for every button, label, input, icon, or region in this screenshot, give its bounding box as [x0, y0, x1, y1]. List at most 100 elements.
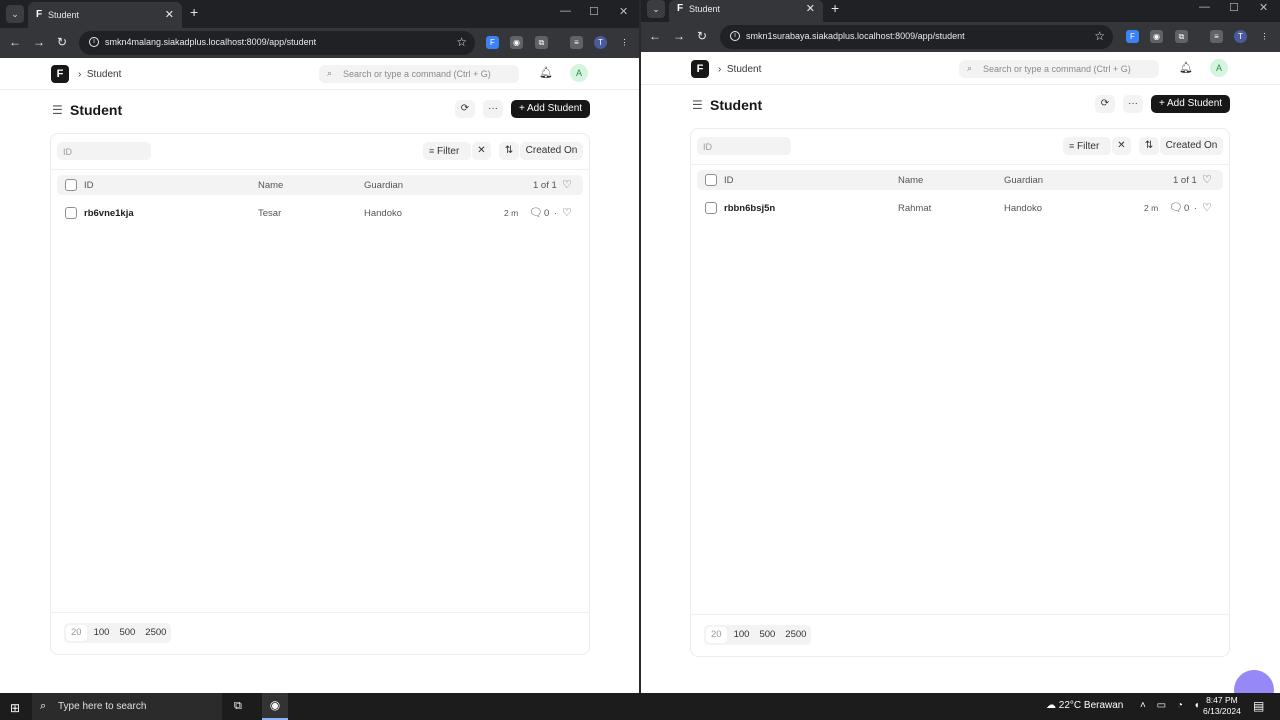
- like-heart-icon[interactable]: ♡: [1202, 201, 1212, 214]
- notification-center-icon[interactable]: ▤: [1253, 699, 1264, 713]
- chrome-taskbar-icon[interactable]: ◉: [262, 693, 288, 720]
- tab-search-icon[interactable]: ⌄: [6, 5, 24, 23]
- windows-start-icon[interactable]: ⊞: [10, 701, 20, 715]
- heart-icon[interactable]: ♡: [1202, 173, 1212, 186]
- bookmark-star-icon[interactable]: ☆: [1094, 29, 1105, 43]
- search-input[interactable]: ⌕ Search or type a command (Ctrl + G): [959, 60, 1159, 78]
- reload-icon[interactable]: ↻: [57, 35, 67, 49]
- row-guardian: Handoko: [1004, 203, 1043, 214]
- site-info-icon[interactable]: i: [89, 37, 99, 47]
- site-info-icon[interactable]: i: [730, 31, 740, 41]
- close-tab-icon[interactable]: ✕: [806, 2, 815, 15]
- back-icon[interactable]: ←: [649, 29, 661, 43]
- sidebar-toggle-icon[interactable]: ☰: [692, 98, 703, 112]
- clear-filter-button[interactable]: ✕: [472, 142, 491, 160]
- browser-tab[interactable]: F Student ✕: [28, 2, 182, 28]
- screenshot-extension-icon[interactable]: ◉: [510, 36, 523, 49]
- browser-window-left: ⌄ F Student ✕ + — ☐ ✕ ← → ↻ i smkn4malan…: [0, 0, 639, 693]
- extension-icon[interactable]: F: [1126, 30, 1139, 43]
- page-size-500[interactable]: 500: [754, 625, 780, 645]
- select-all-checkbox[interactable]: [65, 179, 77, 191]
- avatar[interactable]: A: [570, 64, 588, 82]
- minimize-icon[interactable]: —: [1199, 1, 1210, 13]
- extension-icon[interactable]: F: [486, 36, 499, 49]
- heart-icon[interactable]: ♡: [562, 178, 572, 191]
- close-window-icon[interactable]: ✕: [619, 5, 628, 18]
- weather-text: 22°C Berawan: [1058, 700, 1124, 711]
- row-checkbox[interactable]: [705, 202, 717, 214]
- filter-button[interactable]: ≡ Filter: [1063, 137, 1111, 155]
- page-size-2500[interactable]: 2500: [140, 623, 171, 643]
- browser-toolbar: ← → ↻ i smkn4malang.siakadplus.localhost…: [0, 28, 639, 58]
- forward-icon[interactable]: →: [673, 29, 685, 43]
- address-bar[interactable]: i smkn1surabaya.siakadplus.localhost:800…: [720, 25, 1113, 49]
- id-filter-input[interactable]: ID: [57, 142, 151, 160]
- browser-menu-icon[interactable]: ⋮: [618, 36, 631, 49]
- more-actions-button[interactable]: ···: [483, 100, 503, 118]
- maximize-icon[interactable]: ☐: [1229, 1, 1239, 14]
- sort-direction-icon[interactable]: ⇅: [1139, 137, 1159, 155]
- select-all-checkbox[interactable]: [705, 174, 717, 186]
- add-student-button[interactable]: + Add Student: [1151, 95, 1230, 113]
- sort-by-button[interactable]: Created On: [520, 142, 583, 160]
- page-size-20[interactable]: 20: [706, 627, 727, 643]
- filter-icon: ≡: [429, 146, 435, 156]
- browser-menu-icon[interactable]: ⋮: [1258, 30, 1271, 43]
- breadcrumb[interactable]: › Student: [718, 64, 761, 75]
- page-size-2500[interactable]: 2500: [780, 625, 811, 645]
- address-bar[interactable]: i smkn4malang.siakadplus.localhost:8009/…: [79, 31, 475, 55]
- extensions-puzzle-icon[interactable]: ⧉: [535, 36, 548, 49]
- frappe-logo-icon[interactable]: F: [51, 65, 69, 83]
- breadcrumb[interactable]: › Student: [78, 69, 121, 80]
- notification-bell-icon[interactable]: 🔔︎: [539, 66, 553, 79]
- taskbar-search-box[interactable]: ⌕ Type here to search: [32, 693, 222, 720]
- profile-icon[interactable]: T: [1234, 30, 1247, 43]
- refresh-button[interactable]: ⟳: [1095, 95, 1115, 113]
- weather-widget[interactable]: ☁ 22°C Berawan: [1046, 700, 1123, 711]
- reload-icon[interactable]: ↻: [697, 29, 707, 43]
- new-tab-icon[interactable]: +: [190, 4, 198, 20]
- frappe-logo-icon[interactable]: F: [691, 60, 709, 78]
- close-window-icon[interactable]: ✕: [1259, 1, 1268, 14]
- row-id[interactable]: rb6vne1kja: [84, 208, 134, 219]
- more-actions-button[interactable]: ···: [1123, 95, 1143, 113]
- task-view-icon[interactable]: ⧉: [234, 700, 242, 713]
- taskbar-clock[interactable]: 8:47 PM 6/13/2024: [1203, 695, 1241, 717]
- bookmark-star-icon[interactable]: ☆: [456, 35, 467, 49]
- filter-button[interactable]: ≡ Filter: [423, 142, 471, 160]
- avatar[interactable]: A: [1210, 59, 1228, 77]
- page-size-20[interactable]: 20: [66, 625, 87, 641]
- table-row[interactable]: rb6vne1kja Tesar Handoko 2 m 🗨︎ 0 · ♡: [57, 204, 583, 224]
- search-input[interactable]: ⌕ Search or type a command (Ctrl + G): [319, 65, 519, 83]
- id-filter-input[interactable]: ID: [697, 137, 791, 155]
- tab-search-icon[interactable]: ⌄: [647, 0, 665, 18]
- close-tab-icon[interactable]: ✕: [165, 8, 174, 21]
- add-student-button[interactable]: + Add Student: [511, 100, 590, 118]
- back-icon[interactable]: ←: [9, 35, 21, 49]
- media-control-icon[interactable]: ≡: [1210, 30, 1223, 43]
- page-size-100[interactable]: 100: [729, 625, 755, 645]
- profile-icon[interactable]: T: [594, 36, 607, 49]
- like-heart-icon[interactable]: ♡: [562, 206, 572, 219]
- page-size-500[interactable]: 500: [114, 623, 140, 643]
- table-row[interactable]: rbbn6bsj5n Rahmat Handoko 2 m 🗨︎ 0 · ♡: [697, 199, 1223, 219]
- row-id[interactable]: rbbn6bsj5n: [724, 203, 775, 214]
- column-name: Name: [898, 175, 924, 186]
- clear-filter-button[interactable]: ✕: [1112, 137, 1131, 155]
- sidebar-toggle-icon[interactable]: ☰: [52, 103, 63, 117]
- maximize-icon[interactable]: ☐: [589, 5, 599, 18]
- tab-title: Student: [689, 4, 721, 14]
- screenshot-extension-icon[interactable]: ◉: [1150, 30, 1163, 43]
- system-tray-icons[interactable]: ˄ ▭ ◔ ◖: [1140, 700, 1204, 711]
- sort-by-button[interactable]: Created On: [1160, 137, 1223, 155]
- media-control-icon[interactable]: ≡: [570, 36, 583, 49]
- sort-direction-icon[interactable]: ⇅: [499, 142, 519, 160]
- refresh-button[interactable]: ⟳: [455, 100, 475, 118]
- page-size-100[interactable]: 100: [89, 623, 115, 643]
- row-checkbox[interactable]: [65, 207, 77, 219]
- extensions-puzzle-icon[interactable]: ⧉: [1175, 30, 1188, 43]
- new-tab-icon[interactable]: +: [831, 0, 839, 16]
- forward-icon[interactable]: →: [33, 35, 45, 49]
- minimize-icon[interactable]: —: [560, 5, 571, 17]
- notification-bell-icon[interactable]: 🔔︎: [1179, 61, 1193, 74]
